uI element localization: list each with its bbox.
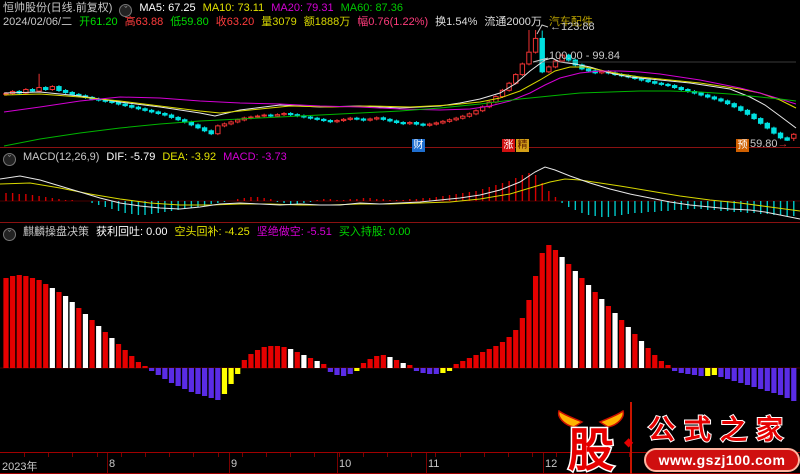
last-price-arrow-icon: → — [777, 138, 789, 150]
gu-bull-emblem: 股 — [557, 410, 625, 474]
ma-value: MA60: 87.36 — [340, 2, 403, 14]
website-url-link[interactable]: www.gszj100.com — [644, 448, 800, 472]
axis-minor-tick — [169, 453, 170, 457]
collapse-indicator-icon[interactable]: ˇ — [3, 228, 16, 241]
axis-minor-tick — [363, 453, 364, 457]
svg-text:公式之家: 公式之家 — [648, 414, 792, 445]
axis-minor-tick — [339, 453, 340, 457]
macd-value: DIF: -5.79 — [106, 151, 156, 163]
axis-major-tick — [426, 453, 427, 473]
axis-minor-tick — [460, 453, 461, 457]
axis-minor-tick — [72, 453, 73, 457]
peak-annotation: ←123.88 — [550, 21, 595, 33]
axis-major-tick — [229, 453, 230, 473]
axis-major-tick — [107, 453, 108, 473]
axis-major-tick — [337, 453, 338, 473]
axis-minor-tick — [145, 453, 146, 457]
axis-month-label: 8 — [109, 458, 116, 470]
axis-minor-tick — [97, 453, 98, 457]
ma-value: MA20: 79.31 — [271, 2, 334, 14]
macd-header: ˇ MACD(12,26,9) DIF: -5.79 DEA: -3.92 MACD: … — [3, 151, 301, 166]
quote-value: 开61.20 — [79, 16, 118, 28]
axis-month-label: 10 — [339, 458, 352, 470]
macd-value: MACD(12,26,9) — [23, 151, 100, 163]
quote-value: 流通2000万 — [484, 16, 542, 28]
ma-value: MA10: 73.11 — [202, 2, 265, 14]
axis-minor-tick — [242, 453, 243, 457]
axis-month-label: 11 — [428, 458, 440, 470]
stock-title: 恒帅股份(日线.前复权) — [3, 2, 113, 14]
axis-minor-tick — [435, 453, 436, 457]
axis-minor-tick — [508, 453, 509, 457]
quote-value: 收63.20 — [215, 16, 255, 28]
ma-values: MA5: 67.25 MA10: 73.11 MA20: 79.31 MA60: 87… — [139, 2, 410, 14]
axis-minor-tick — [48, 453, 49, 457]
quote-value: 幅0.76(1.22%) — [357, 16, 429, 28]
axis-minor-tick — [314, 453, 315, 457]
indicator-value: 空头回补: -4.25 — [174, 226, 250, 238]
signal-badge[interactable]: 预 — [736, 139, 749, 152]
last-price-annotation: 59.80→ — [750, 138, 789, 150]
axis-minor-tick — [532, 453, 533, 457]
indicator-value: 买入持股: 0.00 — [338, 226, 411, 238]
diamond-icon: ◆ — [624, 435, 634, 449]
site-name: 公式之家 — [647, 413, 792, 446]
macd-value: MACD: -3.73 — [223, 151, 287, 163]
axis-minor-tick — [266, 453, 267, 457]
axis-minor-tick — [121, 453, 122, 457]
range-annotation: 100.00 - 99.84 — [549, 50, 620, 62]
stock-app-screen: 恒帅股份(日线.前复权) ˇ MA5: 67.25 MA10: 73.11 MA20: … — [0, 0, 800, 474]
axis-major-tick — [543, 453, 544, 473]
signal-badge[interactable]: 财 — [412, 139, 425, 152]
quote-value: 高63.88 — [124, 16, 164, 28]
indicator-header: ˇ 麒麟操盘决策 获利回吐: 0.00 空头回补: -4.25 坚绝做空: -5.51 买… — [3, 226, 424, 241]
quote-value: 低59.80 — [170, 16, 209, 28]
axis-minor-tick — [24, 453, 25, 457]
axis-minor-tick — [218, 453, 219, 457]
axis-minor-tick — [387, 453, 388, 457]
axis-minor-tick — [411, 453, 412, 457]
axis-year-label: 2023年 — [2, 461, 38, 473]
quote-value: 2024/02/06/二 — [3, 16, 73, 28]
quote-row: 2024/02/06/二 开61.20 高63.88 低59.80 收63.20 量307… — [3, 16, 607, 28]
quote-value: 额1888万 — [303, 16, 351, 28]
ma-value: MA5: 67.25 — [139, 2, 196, 14]
macd-panel[interactable] — [0, 163, 800, 222]
signal-badge[interactable]: 精 — [516, 139, 529, 152]
candlestick-panel[interactable] — [0, 30, 800, 147]
axis-minor-tick — [290, 453, 291, 457]
logo-glyph: 股 — [568, 425, 614, 474]
collapse-macd-icon[interactable]: ˇ — [3, 153, 16, 166]
signal-badge[interactable]: 涨 — [502, 139, 515, 152]
quote-value: 换1.54% — [435, 16, 478, 28]
indicator-value: 坚绝做空: -5.51 — [256, 226, 332, 238]
quote-values: 2024/02/06/二 开61.20 高63.88 低59.80 收63.20 量307… — [3, 16, 600, 28]
macd-value: DEA: -3.92 — [162, 151, 217, 163]
indicator-value: 麒麟操盘决策 — [23, 226, 89, 238]
quote-value: 量3079 — [261, 16, 297, 28]
axis-month-label: 9 — [231, 458, 238, 470]
peak-arrow-icon: ← — [550, 21, 561, 33]
axis-minor-tick — [193, 453, 194, 457]
indicator-value: 获利回吐: 0.00 — [96, 226, 168, 238]
title-row: 恒帅股份(日线.前复权) ˇ MA5: 67.25 MA10: 73.11 MA20: … — [3, 2, 417, 17]
watermark-logo: 股 ◆ 公式之家 www.gszj100.com — [552, 402, 800, 474]
axis-minor-tick — [484, 453, 485, 457]
